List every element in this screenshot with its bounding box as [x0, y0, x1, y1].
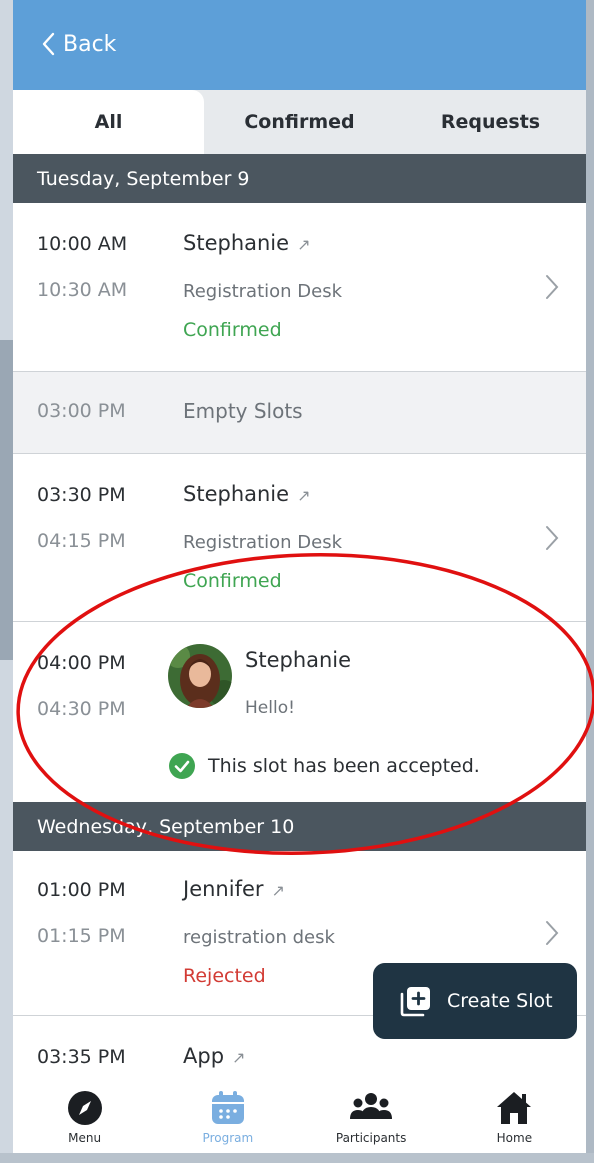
slot-row[interactable]: 10:00 AM 10:30 AM Stephanie ↗ Registratio…: [13, 203, 586, 372]
compass-icon: [67, 1091, 102, 1125]
top-bar: Back: [13, 0, 586, 90]
create-slot-label: Create Slot: [447, 990, 553, 1012]
slot-participant-name: Stephanie ↗: [183, 482, 311, 506]
add-square-icon: [400, 987, 430, 1017]
bottom-navigation: Menu Program Participants Home: [13, 1081, 586, 1153]
left-edge-background: [0, 0, 13, 1163]
chevron-left-icon: [42, 32, 55, 56]
request-slot-row[interactable]: 04:00 PM 04:30 PM Stephanie Hello! This …: [13, 622, 586, 802]
filter-tabs: All Confirmed Requests: [13, 90, 586, 154]
app-screen: Back All Confirmed Requests Tuesday, Sep…: [13, 0, 586, 1153]
empty-slot-row[interactable]: 03:00 PM Empty Slots: [13, 372, 586, 454]
request-end-time: 04:30 PM: [37, 698, 126, 720]
external-link-arrow-icon: ↗: [297, 486, 311, 505]
tab-requests[interactable]: Requests: [395, 90, 586, 154]
request-participant-name: Stephanie: [245, 648, 352, 672]
slot-location: Registration Desk: [183, 281, 343, 302]
slot-status: Rejected: [183, 965, 266, 987]
people-icon: [350, 1093, 393, 1119]
slot-end-time: 04:15 PM: [37, 530, 126, 552]
nav-program-label: Program: [202, 1131, 254, 1145]
external-link-arrow-icon: ↗: [271, 881, 285, 900]
slot-status: Confirmed: [183, 570, 282, 592]
slot-participant-name: Stephanie ↗: [183, 231, 311, 255]
chevron-right-icon: [546, 921, 559, 945]
slot-location: registration desk: [183, 927, 335, 948]
chevron-right-icon: [546, 275, 559, 299]
bottom-edge-background: [0, 1153, 594, 1163]
nav-menu-label: Menu: [68, 1131, 102, 1145]
request-message: Hello!: [245, 698, 295, 718]
slot-participant-name: Jennifer ↗: [183, 877, 285, 901]
day-header-wednesday: Wednesday, September 10: [13, 802, 586, 851]
slot-start-time: 01:00 PM: [37, 879, 126, 901]
nav-home-label: Home: [496, 1131, 533, 1145]
nav-participants[interactable]: Participants: [300, 1081, 443, 1153]
home-icon: [497, 1092, 532, 1124]
empty-slot-time: 03:00 PM: [37, 400, 126, 422]
left-edge-shade: [0, 340, 13, 660]
calendar-icon: [211, 1091, 244, 1124]
accepted-text: This slot has been accepted.: [208, 755, 480, 777]
slot-row[interactable]: 03:30 PM 04:15 PM Stephanie ↗ Registratio…: [13, 454, 586, 622]
slot-end-time: 01:15 PM: [37, 925, 126, 947]
request-start-time: 04:00 PM: [37, 652, 126, 674]
nav-menu[interactable]: Menu: [13, 1081, 156, 1153]
back-label: Back: [63, 31, 117, 57]
create-slot-button[interactable]: Create Slot: [373, 963, 577, 1039]
slot-location: Registration Desk: [183, 532, 343, 553]
day-header-tuesday: Tuesday, September 9: [13, 154, 586, 203]
slot-participant-name: App ↗: [183, 1044, 246, 1068]
back-button[interactable]: Back: [41, 26, 116, 62]
avatar[interactable]: [168, 644, 232, 708]
external-link-arrow-icon: ↗: [297, 235, 311, 254]
nav-home[interactable]: Home: [443, 1081, 586, 1153]
chevron-right-icon: [546, 526, 559, 550]
external-link-arrow-icon: ↗: [232, 1048, 246, 1067]
empty-slot-label: Empty Slots: [183, 399, 303, 423]
tab-confirmed[interactable]: Confirmed: [204, 90, 395, 154]
slot-end-time: 10:30 AM: [37, 279, 128, 301]
check-circle-icon: [169, 753, 195, 779]
nav-program[interactable]: Program: [156, 1081, 299, 1153]
slot-start-time: 03:30 PM: [37, 484, 126, 506]
nav-participants-label: Participants: [335, 1131, 407, 1145]
slot-status: Confirmed: [183, 319, 282, 341]
slot-start-time: 03:35 PM: [37, 1046, 126, 1068]
avatar-photo: [168, 644, 232, 708]
right-edge-background: [586, 0, 594, 1163]
tab-all[interactable]: All: [13, 90, 204, 154]
accepted-status: This slot has been accepted.: [168, 752, 480, 780]
slot-start-time: 10:00 AM: [37, 233, 128, 255]
